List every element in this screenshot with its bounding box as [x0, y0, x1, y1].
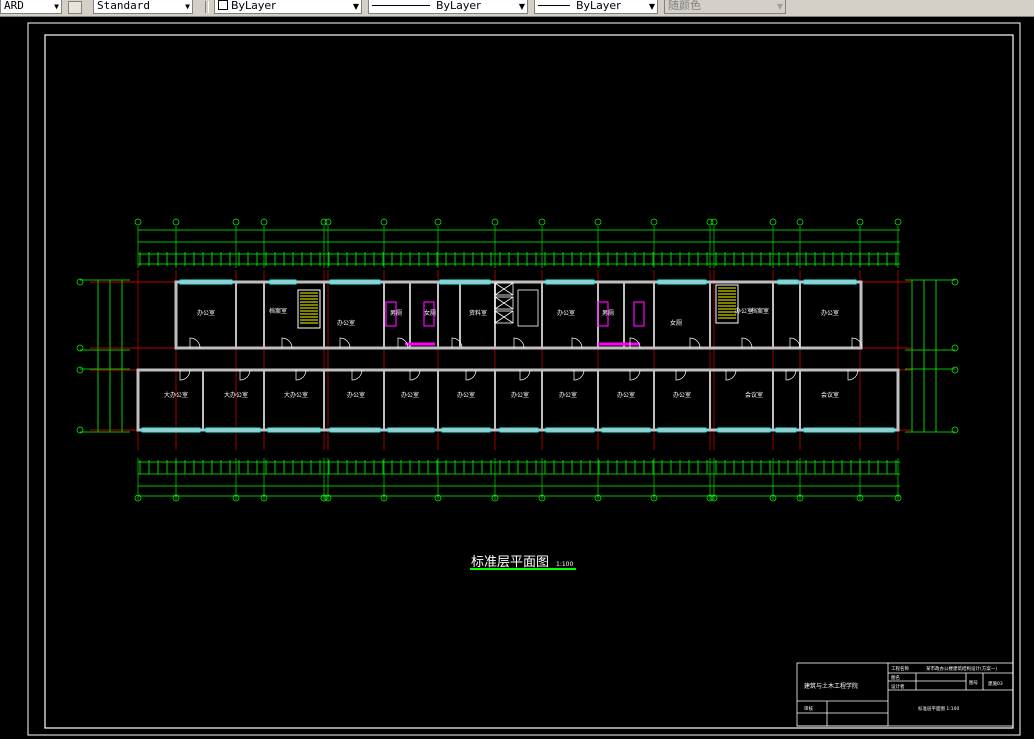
drawing-canvas[interactable]: 办公室 档案室办公室男厕 女厕 资料室 办公室 男厕女厕办公室档案室 办公室大办公室 大办公室… — [0, 17, 1034, 739]
axis-bubble — [324, 218, 332, 226]
lineweight-select[interactable]: ByLayer ▼ — [534, 0, 658, 14]
top-dimensions — [138, 229, 900, 266]
plot-style-select: 随颜色 ▼ — [664, 0, 786, 14]
axis-bubble — [951, 366, 959, 374]
room-label: 办公室 — [673, 391, 691, 399]
text-style-value: ARD — [4, 0, 24, 12]
room-label: 办公室 — [821, 309, 839, 317]
room-label: 档案室 — [269, 307, 287, 315]
elevators — [494, 282, 539, 327]
lineweight-preview-icon — [538, 5, 570, 6]
dim-style-select[interactable]: Standard ▼ — [93, 0, 193, 14]
room-label: 办公室 — [617, 391, 635, 399]
chevron-down-icon[interactable]: ▼ — [649, 0, 655, 13]
axis-grid — [76, 218, 959, 502]
project-label: 工程名称 — [891, 665, 909, 672]
room-label: 办公室 — [559, 391, 577, 399]
chevron-down-icon[interactable]: ▼ — [185, 0, 190, 13]
room-label: 资料室 — [469, 309, 487, 317]
axis-bubble — [710, 218, 718, 226]
room-label: 大办公室 — [224, 391, 248, 399]
toolbar-separator — [205, 1, 209, 13]
horizontal-axis-lines — [90, 281, 912, 431]
doors — [179, 337, 863, 381]
room-label: 会议室 — [745, 391, 763, 399]
room-label: 办公室 — [197, 309, 215, 317]
plan-title: 标准层平面图 — [471, 555, 549, 570]
dim-style-value: Standard — [97, 0, 150, 12]
room-label: 男厕 — [390, 310, 402, 317]
axis-bubble — [134, 218, 142, 226]
axis-bubble — [380, 218, 388, 226]
room-label: 档案室 — [751, 307, 769, 315]
room-label: 办公室 — [401, 391, 419, 399]
axis-bubble — [594, 218, 602, 226]
room-label: 女厕 — [670, 319, 682, 327]
bottom-dimensions — [138, 460, 900, 497]
project-name: 某市政办公楼建筑结构设计(方案一) — [926, 665, 997, 672]
title-block — [796, 662, 1014, 727]
axis-bubble — [894, 218, 902, 226]
linetype-value: ByLayer — [436, 0, 481, 12]
axis-bubble — [538, 218, 546, 226]
room-label: 大办公室 — [164, 391, 188, 399]
axis-bubble — [172, 218, 180, 226]
chevron-down-icon[interactable]: ▼ — [353, 0, 359, 13]
text-style-select[interactable]: ARD ▼ — [0, 0, 62, 14]
axis-bubble — [232, 218, 240, 226]
plot-style-value: 随颜色 — [668, 0, 701, 12]
chevron-down-icon[interactable]: ▼ — [519, 0, 525, 13]
properties-toolbar: ARD ▼ Standard ▼ ByLayer ▼ ByLayer ▼ ByL… — [0, 0, 1034, 17]
plan-scale: 1:100 — [556, 561, 573, 568]
axis-bubble — [76, 366, 84, 374]
lineweight-value: ByLayer — [576, 0, 621, 12]
color-select[interactable]: ByLayer ▼ — [214, 0, 362, 14]
linetype-preview-icon — [372, 5, 430, 6]
linetype-select[interactable]: ByLayer ▼ — [368, 0, 528, 14]
side-dimensions — [80, 279, 955, 433]
room-label: 办公室 — [557, 309, 575, 317]
room-label: 办公室 — [511, 391, 529, 399]
checker-label: 审核 — [804, 705, 813, 712]
room-label: 办公室 — [457, 391, 475, 399]
drawing-name: 标准层平面图 1:100 — [918, 705, 960, 712]
sheet-label: 图号 — [969, 680, 978, 686]
room-label: 会议室 — [821, 391, 839, 399]
room-label: 大办公室 — [284, 391, 308, 399]
dimension-style-manager-icon[interactable] — [68, 1, 82, 14]
axis-bubble — [769, 218, 777, 226]
room-label: 办公室 — [337, 319, 355, 327]
sheet-number: 建施03 — [988, 680, 1003, 687]
school-name: 建筑与土木工程学院 — [804, 682, 858, 690]
axis-bubble — [856, 218, 864, 226]
chevron-down-icon[interactable]: ▼ — [54, 0, 59, 13]
color-value: ByLayer — [231, 0, 276, 12]
axis-bubble — [491, 218, 499, 226]
room-label: 女厕 — [424, 309, 436, 317]
drawing-frame — [44, 34, 1014, 729]
axis-bubble — [796, 218, 804, 226]
chevron-down-icon: ▼ — [776, 2, 783, 11]
room-label: 男厕 — [602, 310, 614, 317]
room-label: 办公室 — [347, 391, 365, 399]
axis-bubble — [434, 218, 442, 226]
axis-bubble — [260, 218, 268, 226]
floor-plan: 办公室 档案室办公室男厕 女厕 资料室 办公室 男厕女厕办公室档案室 办公室大办公室 大办公室… — [76, 218, 959, 502]
title-label: 图名 — [891, 674, 900, 681]
axis-bubble — [650, 218, 658, 226]
designer-label: 设计者 — [891, 683, 905, 690]
color-swatch-icon — [218, 0, 228, 10]
